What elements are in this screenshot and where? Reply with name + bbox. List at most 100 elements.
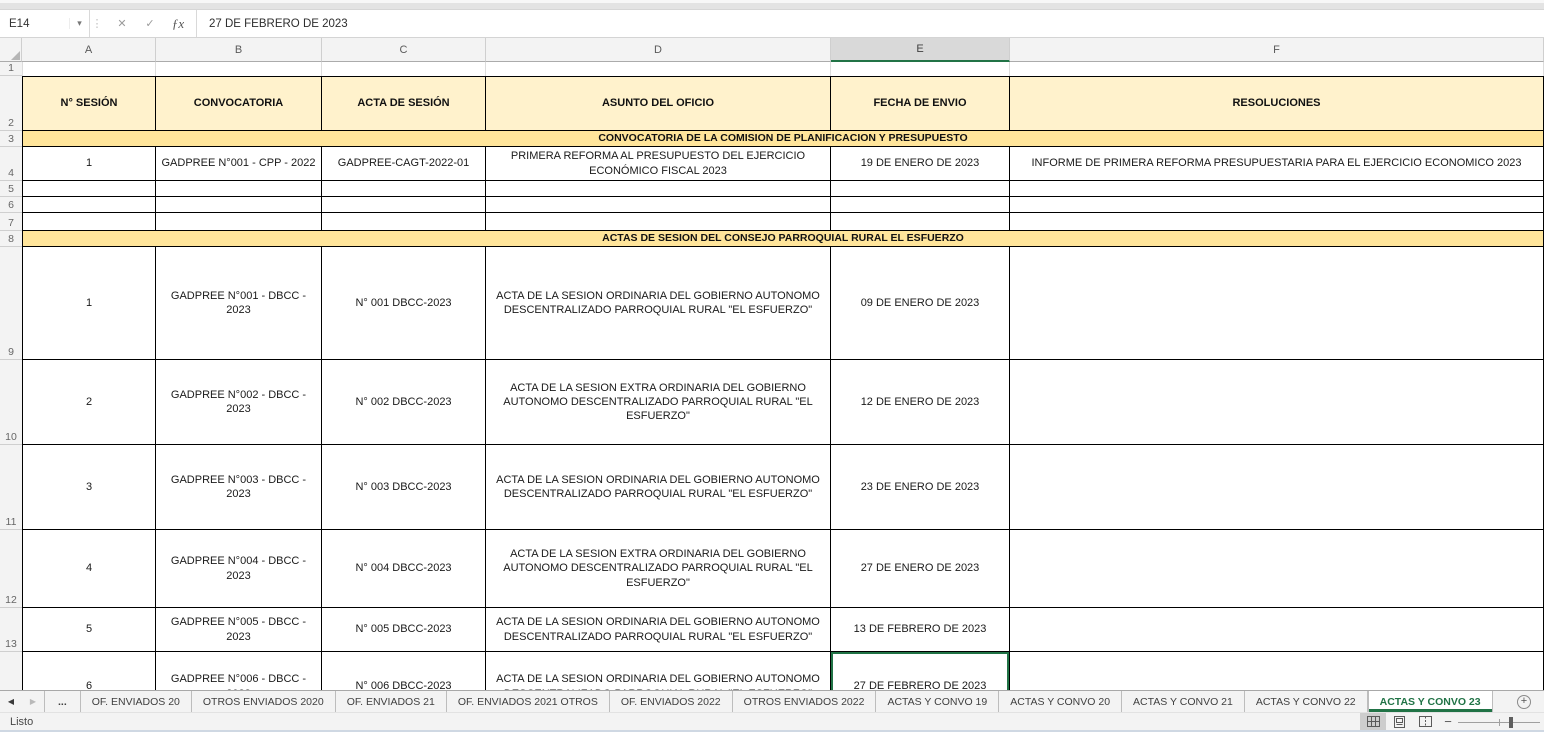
cell-d14[interactable]: ACTA DE LA SESION ORDINARIA DEL GOBIERNO… xyxy=(486,652,831,690)
row-header-8[interactable]: 8 xyxy=(0,231,22,247)
sheet-prev-icon[interactable]: ◀ xyxy=(0,691,22,712)
header-cell-convocatoria[interactable]: CONVOCATORIA xyxy=(156,76,322,131)
cell-f13[interactable] xyxy=(1010,608,1544,652)
sheet-tab-actas-y-convo-19[interactable]: ACTAS Y CONVO 19 xyxy=(876,691,999,712)
header-cell-acta[interactable]: ACTA DE SESIÓN xyxy=(322,76,486,131)
cell-d13[interactable]: ACTA DE LA SESION ORDINARIA DEL GOBIERNO… xyxy=(486,608,831,652)
cell-b12[interactable]: GADPREE N°004 - DBCC - 2023 xyxy=(156,530,322,608)
cell-e11[interactable]: 23 DE ENERO DE 2023 xyxy=(831,445,1010,530)
sheet-tab-of-enviados-21[interactable]: OF. ENVIADOS 21 xyxy=(336,691,447,712)
cell-c12[interactable]: N° 004 DBCC-2023 xyxy=(322,530,486,608)
cell-d1[interactable] xyxy=(486,62,831,76)
cell-f9[interactable] xyxy=(1010,247,1544,360)
row-header-9[interactable]: 9 xyxy=(0,247,22,360)
cell-f5[interactable] xyxy=(1010,181,1544,197)
cell-e9[interactable]: 09 DE ENERO DE 2023 xyxy=(831,247,1010,360)
cell-c14[interactable]: N° 006 DBCC-2023 xyxy=(322,652,486,690)
cell-b1[interactable] xyxy=(156,62,322,76)
zoom-out-icon[interactable]: − xyxy=(1438,714,1458,729)
cell-b6[interactable] xyxy=(156,197,322,213)
cell-e5[interactable] xyxy=(831,181,1010,197)
cell-e14-selected[interactable]: 27 DE FEBRERO DE 2023 xyxy=(831,652,1010,690)
header-cell-sesion[interactable]: N° SESIÓN xyxy=(22,76,156,131)
header-cell-resoluciones[interactable]: RESOLUCIONES xyxy=(1010,76,1544,131)
cell-b7[interactable] xyxy=(156,213,322,231)
row-header-4[interactable]: 4 xyxy=(0,147,22,181)
cell-f11[interactable] xyxy=(1010,445,1544,530)
cell-d7[interactable] xyxy=(486,213,831,231)
column-header-a[interactable]: A xyxy=(22,38,156,62)
cell-d12[interactable]: ACTA DE LA SESION EXTRA ORDINARIA DEL GO… xyxy=(486,530,831,608)
name-box[interactable]: E14 ▾ xyxy=(0,10,90,37)
cell-d10[interactable]: ACTA DE LA SESION EXTRA ORDINARIA DEL GO… xyxy=(486,360,831,445)
sheet-tab-actas-y-convo-23-active[interactable]: ACTAS Y CONVO 23 xyxy=(1368,691,1493,712)
row-header-11[interactable]: 11 xyxy=(0,445,22,530)
sheet-tab-overflow[interactable]: ... xyxy=(44,691,81,712)
cell-a11[interactable]: 3 xyxy=(22,445,156,530)
cell-a1[interactable] xyxy=(22,62,156,76)
cell-d5[interactable] xyxy=(486,181,831,197)
cell-f1[interactable] xyxy=(1010,62,1544,76)
cell-c1[interactable] xyxy=(322,62,486,76)
cancel-icon[interactable]: ✕ xyxy=(108,17,136,30)
cell-a13[interactable]: 5 xyxy=(22,608,156,652)
cell-f7[interactable] xyxy=(1010,213,1544,231)
enter-icon[interactable]: ✓ xyxy=(136,17,164,30)
zoom-slider[interactable] xyxy=(1458,713,1540,731)
cell-e4[interactable]: 19 DE ENERO DE 2023 xyxy=(831,147,1010,181)
sheet-tab-actas-y-convo-20[interactable]: ACTAS Y CONVO 20 xyxy=(999,691,1122,712)
cell-b13[interactable]: GADPREE N°005 - DBCC - 2023 xyxy=(156,608,322,652)
cell-f6[interactable] xyxy=(1010,197,1544,213)
sheet-tab-of-enviados-20[interactable]: OF. ENVIADOS 20 xyxy=(81,691,192,712)
cell-a5[interactable] xyxy=(22,181,156,197)
row-header-6[interactable]: 6 xyxy=(0,197,22,213)
page-layout-view-button[interactable] xyxy=(1386,713,1412,731)
column-header-f[interactable]: F xyxy=(1010,38,1544,62)
sheet-tab-of-enviados-2021-otros[interactable]: OF. ENVIADOS 2021 OTROS xyxy=(447,691,610,712)
section-banner-convocatoria[interactable]: CONVOCATORIA DE LA COMISION DE PLANIFICA… xyxy=(22,131,1544,147)
cell-a12[interactable]: 4 xyxy=(22,530,156,608)
cell-a7[interactable] xyxy=(22,213,156,231)
cell-c9[interactable]: N° 001 DBCC-2023 xyxy=(322,247,486,360)
section-banner-actas[interactable]: ACTAS DE SESION DEL CONSEJO PARROQUIAL R… xyxy=(22,231,1544,247)
cell-c10[interactable]: N° 002 DBCC-2023 xyxy=(322,360,486,445)
row-header-7[interactable]: 7 xyxy=(0,213,22,231)
name-box-dropdown-icon[interactable]: ▾ xyxy=(69,18,89,29)
row-header-2[interactable]: 2 xyxy=(0,76,22,131)
cell-e12[interactable]: 27 DE ENERO DE 2023 xyxy=(831,530,1010,608)
column-header-e-selected[interactable]: E xyxy=(831,38,1010,62)
cell-d11[interactable]: ACTA DE LA SESION ORDINARIA DEL GOBIERNO… xyxy=(486,445,831,530)
cell-c13[interactable]: N° 005 DBCC-2023 xyxy=(322,608,486,652)
column-header-c[interactable]: C xyxy=(322,38,486,62)
cell-f10[interactable] xyxy=(1010,360,1544,445)
header-cell-fecha[interactable]: FECHA DE ENVIO xyxy=(831,76,1010,131)
cell-f14[interactable] xyxy=(1010,652,1544,690)
cell-c4[interactable]: GADPREE-CAGT-2022-01 xyxy=(322,147,486,181)
row-header-13[interactable]: 13 xyxy=(0,608,22,652)
cell-b11[interactable]: GADPREE N°003 - DBCC - 2023 xyxy=(156,445,322,530)
cell-b5[interactable] xyxy=(156,181,322,197)
row-header-14[interactable]: 14 xyxy=(0,652,22,690)
header-cell-asunto[interactable]: ASUNTO DEL OFICIO xyxy=(486,76,831,131)
cell-e10[interactable]: 12 DE ENERO DE 2023 xyxy=(831,360,1010,445)
cell-a14[interactable]: 6 xyxy=(22,652,156,690)
cell-c5[interactable] xyxy=(322,181,486,197)
cell-b10[interactable]: GADPREE N°002 - DBCC - 2023 xyxy=(156,360,322,445)
row-header-3[interactable]: 3 xyxy=(0,131,22,147)
cell-a6[interactable] xyxy=(22,197,156,213)
select-all-button[interactable] xyxy=(0,38,22,62)
cell-e7[interactable] xyxy=(831,213,1010,231)
zoom-slider-handle[interactable] xyxy=(1509,717,1513,728)
cell-a4[interactable]: 1 xyxy=(22,147,156,181)
row-header-12[interactable]: 12 xyxy=(0,530,22,608)
sheet-tab-actas-y-convo-21[interactable]: ACTAS Y CONVO 21 xyxy=(1122,691,1245,712)
sheet-next-icon[interactable]: ▶ xyxy=(22,691,44,712)
page-break-view-button[interactable] xyxy=(1412,713,1438,731)
sheet-tab-of-enviados-2022[interactable]: OF. ENVIADOS 2022 xyxy=(610,691,733,712)
cell-f4[interactable]: INFORME DE PRIMERA REFORMA PRESUPUESTARI… xyxy=(1010,147,1544,181)
row-header-10[interactable]: 10 xyxy=(0,360,22,445)
cell-c7[interactable] xyxy=(322,213,486,231)
cell-b14[interactable]: GADPREE N°006 - DBCC - 2023 xyxy=(156,652,322,690)
cell-c6[interactable] xyxy=(322,197,486,213)
row-header-1[interactable]: 1 xyxy=(0,62,22,76)
